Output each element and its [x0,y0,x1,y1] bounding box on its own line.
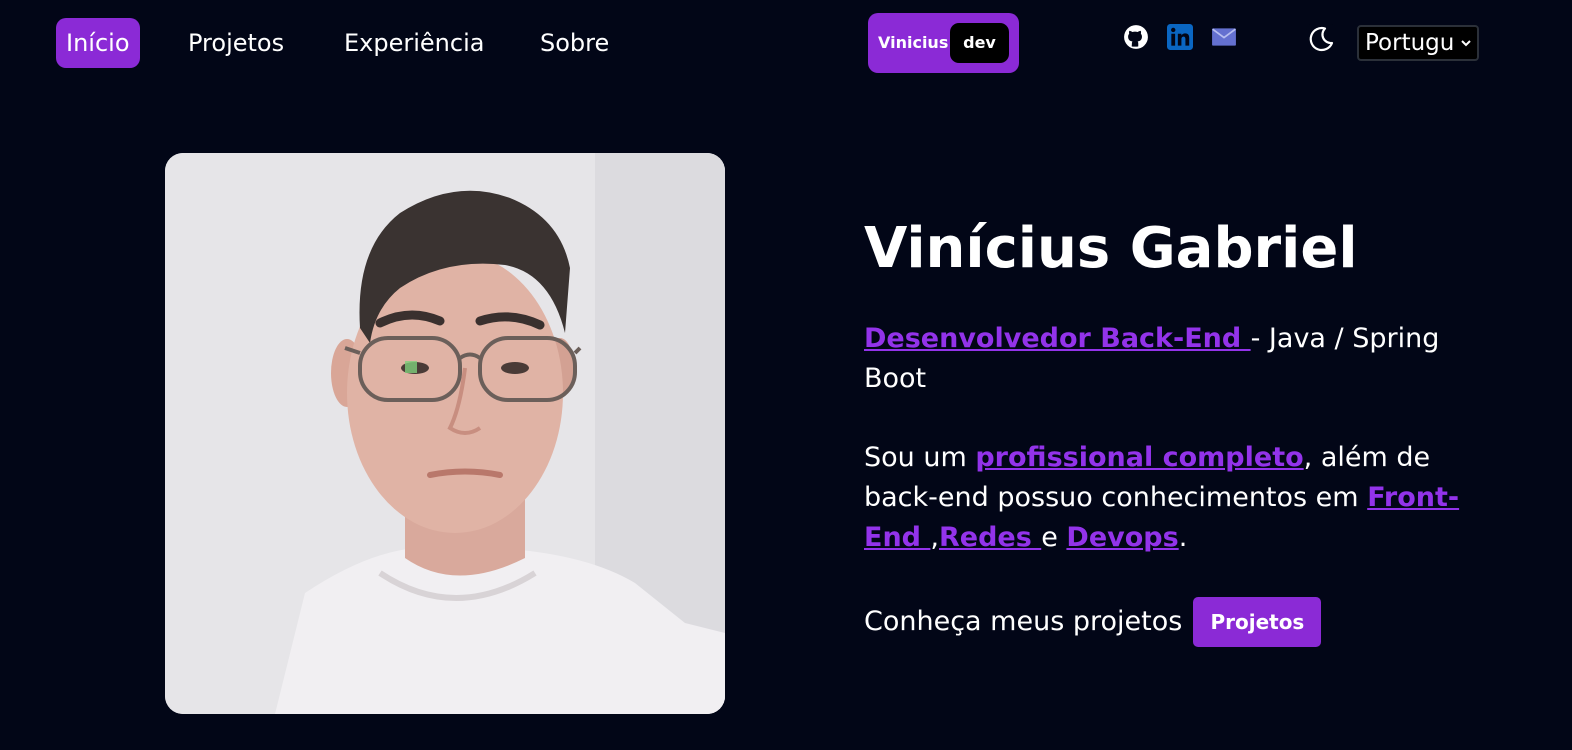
cta-row: Conheça meus projetos Projetos [864,597,1322,647]
brand-tag: dev [950,23,1009,63]
top-navbar: Início Projetos Experiência Sobre Vinici… [0,0,1572,86]
devops-link[interactable]: Devops [1066,522,1178,553]
github-icon[interactable] [1123,24,1149,50]
linkedin-icon[interactable] [1167,24,1193,50]
language-select-value: Portugu [1365,30,1455,56]
nav-link-experiencia[interactable]: Experiência [334,18,494,68]
nav-link-sobre[interactable]: Sobre [530,18,619,68]
bio-and: e [1041,522,1067,553]
bio-comma: , [930,522,939,553]
nav-link-projetos[interactable]: Projetos [178,18,294,68]
mail-icon[interactable] [1211,24,1237,50]
moon-icon[interactable] [1306,24,1336,54]
redes-link[interactable]: Redes [939,522,1041,553]
role-paragraph: Desenvolvedor Back-End - Java / Spring B… [864,319,1464,399]
language-select[interactable]: Portugu [1357,25,1479,61]
bio-intro: Sou um [864,442,976,473]
bio-paragraph: Sou um profissional completo, além de ba… [864,438,1464,558]
chevron-down-icon [1461,40,1471,47]
role-link[interactable]: Desenvolvedor Back-End [864,323,1251,354]
nav-link-inicio[interactable]: Início [56,18,140,68]
projects-button[interactable]: Projetos [1193,597,1322,647]
page-title: Vinícius Gabriel [864,216,1358,281]
profile-photo [165,153,725,714]
profissional-completo-link[interactable]: profissional completo [975,442,1303,473]
brand-logo[interactable]: Vinicius dev [868,13,1019,73]
bio-end: . [1178,522,1188,553]
brand-name: Vinicius [878,33,949,52]
cta-text: Conheça meus projetos [864,606,1183,637]
